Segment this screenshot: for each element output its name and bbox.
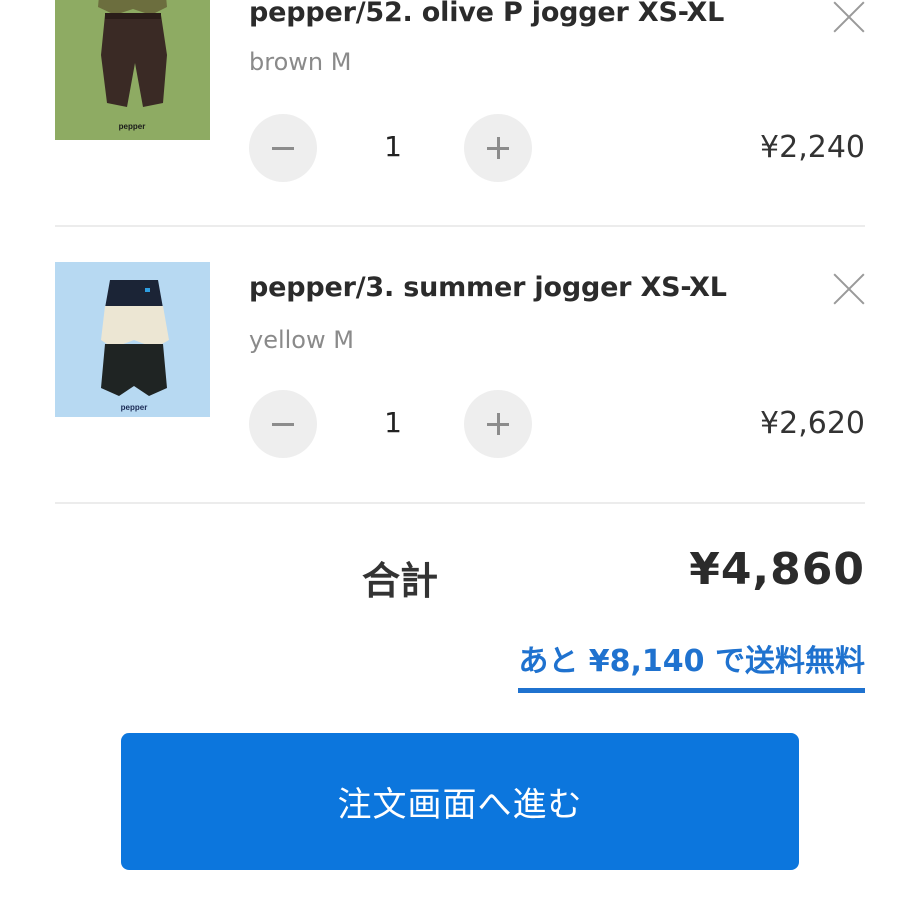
quantity-value: 1	[384, 406, 402, 439]
item-title[interactable]: pepper/3. summer jogger XS-XL	[249, 272, 727, 303]
increase-quantity-button[interactable]	[464, 114, 532, 182]
divider	[55, 225, 865, 227]
quantity-value: 1	[384, 130, 402, 163]
plus-icon	[497, 137, 500, 159]
free-shipping-link[interactable]: あと ¥8,140 で送料無料	[518, 636, 865, 693]
item-price: ¥2,240	[760, 130, 865, 165]
product-image: pepper	[55, 262, 210, 417]
decrease-quantity-button[interactable]	[249, 390, 317, 458]
item-title[interactable]: pepper/52. olive P jogger XS-XL	[249, 0, 724, 28]
total-amount: ¥4,860	[689, 544, 865, 595]
product-thumbnail[interactable]: pepper	[55, 0, 210, 140]
checkout-button[interactable]: 注文画面へ進む	[121, 733, 799, 870]
close-icon[interactable]	[831, 0, 867, 35]
cart-page: pepper pepper/52. olive P jogger XS-XL b…	[0, 0, 920, 920]
cart-item: pepper pepper/52. olive P jogger XS-XL b…	[55, 0, 865, 225]
thumb-brand-text: pepper	[121, 403, 148, 412]
item-variant: brown M	[249, 48, 352, 76]
thumb-brand-text: pepper	[119, 122, 146, 131]
checkout-button-label: 注文画面へ進む	[337, 785, 583, 825]
item-price: ¥2,620	[760, 406, 865, 441]
plus-icon	[497, 413, 500, 435]
product-image: pepper	[55, 0, 210, 140]
decrease-quantity-button[interactable]	[249, 114, 317, 182]
close-icon[interactable]	[831, 271, 867, 307]
divider	[55, 502, 865, 504]
product-thumbnail[interactable]: pepper	[55, 262, 210, 417]
item-variant: yellow M	[249, 326, 354, 354]
cart-item: pepper pepper/3. summer jogger XS-XL yel…	[55, 262, 865, 502]
increase-quantity-button[interactable]	[464, 390, 532, 458]
total-label: 合計	[362, 559, 439, 603]
minus-icon	[272, 147, 294, 150]
minus-icon	[272, 423, 294, 426]
